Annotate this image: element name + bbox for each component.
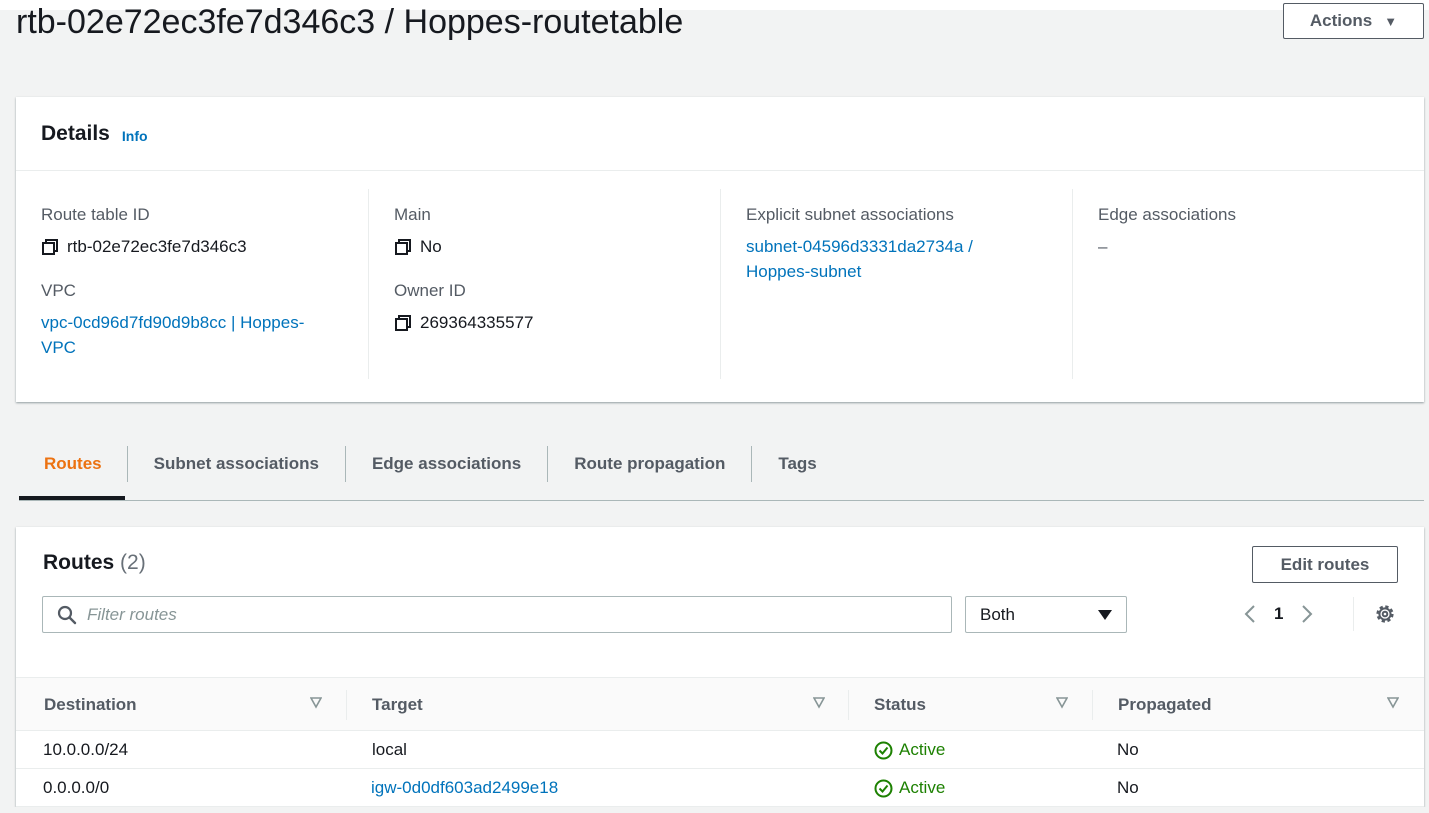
table-header: Destination Target Status Propagated [16, 677, 1424, 731]
current-page[interactable]: 1 [1274, 604, 1283, 624]
owner-id-value: 269364335577 [394, 310, 720, 335]
edit-routes-button[interactable]: Edit routes [1252, 546, 1398, 583]
edge-associations-label: Edge associations [1098, 205, 1236, 224]
copy-icon[interactable] [394, 314, 412, 332]
column-header-propagated[interactable]: Propagated [1118, 678, 1212, 732]
vpc-link-line-2: VPC [41, 338, 76, 357]
filter-routes-field[interactable] [42, 596, 952, 633]
tab-routes[interactable]: Routes [19, 446, 127, 482]
actions-button[interactable]: Actions ▼ [1283, 3, 1424, 39]
routes-count: (2) [120, 551, 146, 574]
explicit-subnet-line-2: Hoppes-subnet [746, 262, 862, 281]
column-header-status[interactable]: Status [874, 678, 926, 732]
sort-icon[interactable] [813, 697, 825, 709]
search-icon [57, 605, 77, 624]
details-column-2: Main No Owner ID 269364335577 [368, 189, 720, 379]
cell-status: Active [874, 769, 945, 807]
status-text: Active [899, 778, 946, 797]
sort-icon[interactable] [310, 697, 322, 709]
route-table-id-label: Route table ID [41, 205, 150, 224]
explicit-subnet-link[interactable]: subnet-04596d3331da2734a / Hoppes-subnet [746, 234, 1072, 284]
tab-edge-associations[interactable]: Edge associations [344, 445, 547, 482]
page-title: rtb-02e72ec3fe7d346c3 / Hoppes-routetabl… [16, 3, 684, 41]
cell-propagated: No [1117, 778, 1139, 797]
details-panel: Details Info Route table ID rtb-02e72ec3… [16, 97, 1424, 402]
details-grid: Route table ID rtb-02e72ec3fe7d346c3 VPC… [16, 171, 1424, 401]
details-column-1: Route table ID rtb-02e72ec3fe7d346c3 VPC… [16, 189, 368, 379]
table-row[interactable]: 10.0.0.0/24 local Active No [16, 731, 1424, 769]
cell-destination: 0.0.0.0/0 [43, 778, 110, 797]
tab-bar: Routes Subnet associations Edge associat… [19, 427, 1424, 501]
routes-table: Destination Target Status Propagated 10.… [16, 677, 1424, 807]
copy-icon[interactable] [41, 238, 59, 256]
propagation-select[interactable]: Both [965, 596, 1127, 633]
status-success-icon [874, 779, 893, 797]
cell-target: local [372, 740, 407, 759]
owner-id-label: Owner ID [394, 281, 466, 300]
explicit-subnet-label: Explicit subnet associations [746, 205, 954, 224]
cell-destination: 10.0.0.0/24 [43, 740, 129, 759]
caret-down-icon [1098, 609, 1112, 620]
status-text: Active [899, 740, 946, 759]
cell-propagated: No [1117, 740, 1139, 759]
routes-title: Routes (2) [43, 551, 146, 575]
column-header-destination[interactable]: Destination [44, 678, 137, 732]
column-header-target[interactable]: Target [372, 678, 423, 732]
gear-icon[interactable] [1373, 602, 1397, 626]
vpc-link[interactable]: vpc-0cd96d7fd90d9b8cc | Hoppes- VPC [41, 310, 368, 360]
sort-icon[interactable] [1056, 697, 1068, 709]
chevron-left-icon[interactable] [1244, 604, 1256, 624]
routes-panel: Routes (2) Edit routes Both 1 Destinatio… [16, 527, 1424, 807]
caret-down-icon: ▼ [1384, 13, 1398, 29]
route-table-id-text: rtb-02e72ec3fe7d346c3 [67, 237, 247, 256]
pagination-divider [1353, 597, 1354, 631]
active-tab-indicator [19, 496, 125, 500]
column-divider [848, 690, 849, 720]
copy-icon[interactable] [394, 238, 412, 256]
explicit-subnet-line-1: subnet-04596d3331da2734a / [746, 237, 973, 256]
pagination: 1 [1244, 599, 1313, 629]
owner-id-text: 269364335577 [420, 313, 534, 332]
details-header: Details Info [16, 97, 1424, 171]
cell-target-link[interactable]: igw-0d0df603ad2499e18 [371, 769, 558, 807]
details-column-3: Explicit subnet associations subnet-0459… [720, 189, 1072, 379]
column-divider [346, 690, 347, 720]
tab-tags[interactable]: Tags [751, 445, 842, 482]
sort-icon[interactable] [1387, 697, 1399, 709]
main-text: No [420, 237, 442, 256]
propagation-select-value: Both [980, 604, 1015, 624]
table-row[interactable]: 0.0.0.0/0 igw-0d0df603ad2499e18 Active N… [16, 769, 1424, 807]
tab-subnet-associations[interactable]: Subnet associations [126, 445, 345, 482]
status-success-icon [874, 741, 893, 759]
routes-title-text: Routes [43, 551, 115, 574]
details-column-4: Edge associations – [1072, 189, 1424, 379]
filter-routes-input[interactable] [87, 604, 927, 625]
main-label: Main [394, 205, 431, 224]
column-divider [1092, 690, 1093, 720]
route-table-id-value: rtb-02e72ec3fe7d346c3 [41, 234, 368, 259]
cell-status: Active [874, 731, 945, 769]
edge-associations-value: – [1098, 237, 1108, 256]
chevron-right-icon[interactable] [1301, 604, 1313, 624]
main-value: No [394, 234, 720, 259]
vpc-label: VPC [41, 281, 76, 300]
details-title: Details [41, 121, 110, 145]
tab-route-propagation[interactable]: Route propagation [547, 445, 751, 482]
info-link[interactable]: Info [122, 128, 148, 144]
bottom-edge [0, 807, 1429, 813]
actions-label: Actions [1309, 11, 1373, 30]
vpc-link-line-1: vpc-0cd96d7fd90d9b8cc | Hoppes- [41, 313, 305, 332]
